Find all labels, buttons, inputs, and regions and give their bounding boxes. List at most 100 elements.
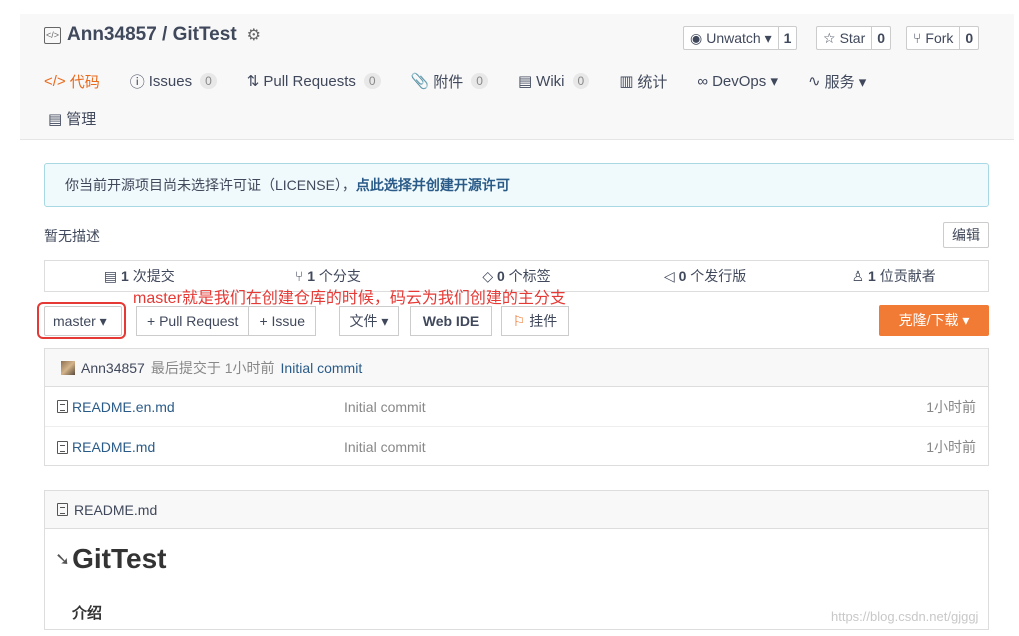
star-button[interactable]: ☆ Star: [816, 26, 873, 50]
paperclip-icon: 📎: [410, 73, 430, 90]
branch-icon: ⑂: [294, 268, 308, 284]
file-name: README.en.md: [72, 398, 175, 415]
readme-filename: README.md: [74, 501, 158, 518]
code-icon: </>: [44, 26, 61, 44]
watch-button-group[interactable]: ◉ Unwatch ▾ 1: [683, 26, 798, 50]
annotation-text: master就是我们在创建仓库的时候，码云为我们创建的主分支: [133, 290, 566, 307]
file-commit-message[interactable]: Initial commit: [344, 439, 426, 455]
fork-label: Fork: [925, 30, 954, 46]
send-icon: ◁: [663, 268, 679, 284]
watch-count[interactable]: 1: [778, 26, 798, 50]
file-commit-message[interactable]: Initial commit: [344, 399, 426, 415]
pin-icon: ➘: [55, 548, 71, 569]
license-notice: 你当前开源项目尚未选择许可证（LICENSE），点此选择并创建开源许可: [44, 163, 989, 207]
tab-pull-requests[interactable]: ⇅ Pull Requests 0: [247, 70, 381, 92]
commit-meta: 最后提交于 1小时前: [150, 359, 275, 376]
tab-wiki[interactable]: ▤ Wiki 0: [517, 70, 590, 92]
new-pull-request-button[interactable]: + Pull Request: [136, 306, 250, 336]
eye-icon: ◉: [690, 30, 703, 46]
tab-badge: 0: [572, 73, 590, 89]
fork-button-group[interactable]: ⑂ Fork 0: [906, 26, 980, 50]
web-ide-button[interactable]: Web IDE: [410, 306, 492, 336]
verified-badge-icon: ⚙: [246, 27, 261, 44]
file-icon: [57, 400, 68, 413]
pull-request-icon: ⇅: [246, 73, 260, 90]
widget-label: 挂件: [529, 313, 558, 329]
repo-tabs: </> 代码 ⓘ Issues 0 ⇅ Pull Requests 0 📎 附件 0 ▤ Wik…: [44, 70, 896, 92]
table-row: README.md Initial commit 1小时前: [45, 427, 988, 467]
file-commit-time: 1小时前: [926, 439, 976, 455]
star-label: Star: [839, 30, 866, 46]
stat-contributors[interactable]: ♙ 1 位贡献者: [799, 261, 988, 291]
tab-badge: 0: [471, 73, 488, 89]
avatar[interactable]: [61, 360, 75, 375]
tab-badge: 0: [200, 73, 217, 89]
document-icon: ▤: [48, 110, 63, 128]
file-icon: [57, 503, 68, 516]
infinity-icon: ∞: [697, 72, 709, 90]
tab-code[interactable]: </> 代码: [44, 70, 100, 92]
file-link[interactable]: README.md: [57, 439, 155, 455]
tab-label: Issues: [148, 72, 193, 90]
tab-label: DevOps ▾: [712, 73, 778, 90]
tab-label: 附件: [433, 73, 464, 91]
star-icon: ☆: [823, 30, 836, 46]
clone-download-button[interactable]: 克隆/下载 ▾: [879, 305, 989, 336]
stat-number: 1: [868, 268, 876, 284]
tab-services[interactable]: ∿ 服务 ▾: [808, 70, 866, 92]
bar-chart-icon: ▥: [619, 73, 634, 90]
latest-commit-bar: Ann34857 最后提交于 1小时前 Initial commit: [45, 349, 988, 387]
repo-name-link[interactable]: Ann34857 / GitTest: [67, 24, 237, 46]
widget-button[interactable]: ⚐ 挂件: [501, 306, 569, 336]
tab-stats[interactable]: ▥ 统计: [619, 70, 667, 92]
annotation-highlight-box: [37, 302, 126, 339]
watch-button[interactable]: ◉ Unwatch ▾: [683, 26, 779, 50]
pr-issue-group: + Pull Request + Issue: [136, 306, 316, 336]
info-icon: ⓘ: [129, 73, 145, 91]
readme-title: ➘ GitTest: [55, 543, 166, 575]
fork-button[interactable]: ⑂ Fork: [906, 26, 961, 50]
tab-devops[interactable]: ∞ DevOps ▾: [697, 70, 778, 92]
repo-title: </> Ann34857 / GitTest ⚙: [44, 24, 261, 46]
stat-label: 位贡献者: [879, 268, 936, 284]
tab-label: 统计: [637, 73, 668, 91]
commit-author[interactable]: Ann34857: [81, 360, 145, 376]
stat-label: 个分支: [318, 268, 361, 284]
tab-label: 代码: [69, 73, 100, 91]
commit-message-link[interactable]: Initial commit: [281, 360, 363, 376]
stat-label: 个标签: [508, 268, 551, 284]
stat-label: 次提交: [132, 268, 175, 284]
watermark: https://blog.csdn.net/gjggj: [831, 609, 979, 624]
bookmark-icon: ⚐: [512, 313, 530, 329]
file-name: README.md: [72, 439, 156, 455]
code-icon: </>: [44, 72, 66, 90]
tab-attachments[interactable]: 📎 附件 0: [411, 70, 488, 92]
new-issue-button[interactable]: + Issue: [249, 306, 316, 336]
book-icon: ▤: [517, 73, 533, 90]
stat-number: 0: [496, 268, 505, 284]
edit-button[interactable]: 编辑: [943, 222, 989, 248]
tab-label: 管理: [66, 111, 97, 128]
repo-description: 暂无描述: [44, 228, 100, 244]
star-button-group[interactable]: ☆ Star 0: [816, 26, 892, 50]
file-icon: [57, 440, 68, 454]
readme-title-text: GitTest: [72, 543, 167, 574]
pulse-icon: ∿: [807, 73, 821, 90]
license-link[interactable]: 点此选择并创建开源许可: [356, 177, 510, 193]
readme-header: README.md: [45, 491, 988, 529]
tab-label: Wiki: [536, 72, 565, 90]
tab-issues[interactable]: ⓘ Issues 0: [130, 70, 217, 92]
watch-label: Unwatch ▾: [706, 30, 772, 46]
stat-number: 1: [121, 268, 129, 284]
file-link[interactable]: README.en.md: [57, 399, 175, 415]
fork-icon: ⑂: [913, 30, 922, 46]
tag-icon: ◇: [482, 268, 497, 284]
repo-header: </> Ann34857 / GitTest ⚙ ◉ Unwatch ▾ 1 ☆ S…: [20, 14, 1014, 140]
stat-number: 1: [307, 268, 315, 284]
fork-count[interactable]: 0: [960, 26, 980, 50]
stat-releases[interactable]: ◁ 0 个发行版: [611, 261, 800, 291]
tab-manage[interactable]: ▤ 管理: [48, 108, 96, 129]
star-count[interactable]: 0: [872, 26, 892, 50]
file-menu-button[interactable]: 文件 ▾: [339, 306, 399, 336]
tab-label: Pull Requests: [263, 72, 356, 90]
